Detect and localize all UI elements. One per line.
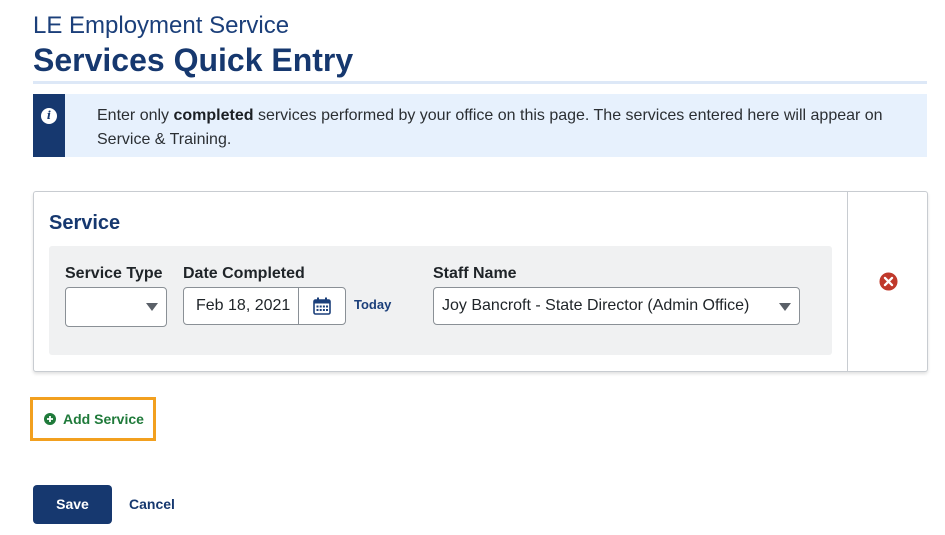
date-completed-label: Date Completed — [183, 265, 305, 282]
add-service-label: Add Service — [63, 411, 144, 427]
service-fields-panel: Service Type Date Completed Feb 18, 2021… — [49, 246, 832, 355]
page-title: Services Quick Entry — [33, 42, 354, 78]
chevron-down-icon — [146, 303, 158, 311]
service-heading: Service — [49, 212, 121, 234]
staff-name-select[interactable]: Joy Bancroft - State Director (Admin Off… — [433, 287, 800, 325]
service-type-label: Service Type — [65, 265, 163, 282]
calendar-button[interactable] — [298, 287, 346, 325]
add-service-button[interactable]: Add Service — [30, 397, 156, 441]
info-text-before: Enter only — [97, 107, 174, 124]
today-link[interactable]: Today — [354, 297, 391, 312]
service-card: Service Service Type Date Completed Feb … — [33, 191, 928, 372]
service-type-select[interactable] — [65, 287, 167, 327]
card-divider — [847, 192, 848, 371]
title-divider — [33, 81, 927, 84]
cancel-button[interactable]: Cancel — [129, 496, 175, 512]
chevron-down-icon — [779, 303, 791, 311]
date-completed-input[interactable]: Feb 18, 2021 — [183, 287, 299, 325]
save-button[interactable]: Save — [33, 485, 112, 524]
calendar-icon — [313, 297, 331, 315]
info-stripe: i — [33, 94, 65, 157]
app-subtitle: LE Employment Service — [33, 12, 290, 39]
info-icon: i — [41, 108, 57, 124]
staff-name-label: Staff Name — [433, 265, 517, 282]
info-text-bold: completed — [173, 107, 254, 124]
staff-name-value: Joy Bancroft - State Director (Admin Off… — [442, 297, 750, 314]
info-message: Enter only completed services performed … — [65, 94, 905, 157]
plus-circle-icon — [44, 413, 56, 425]
info-alert: i Enter only completed services performe… — [33, 94, 927, 157]
close-circle-icon[interactable] — [879, 272, 898, 291]
